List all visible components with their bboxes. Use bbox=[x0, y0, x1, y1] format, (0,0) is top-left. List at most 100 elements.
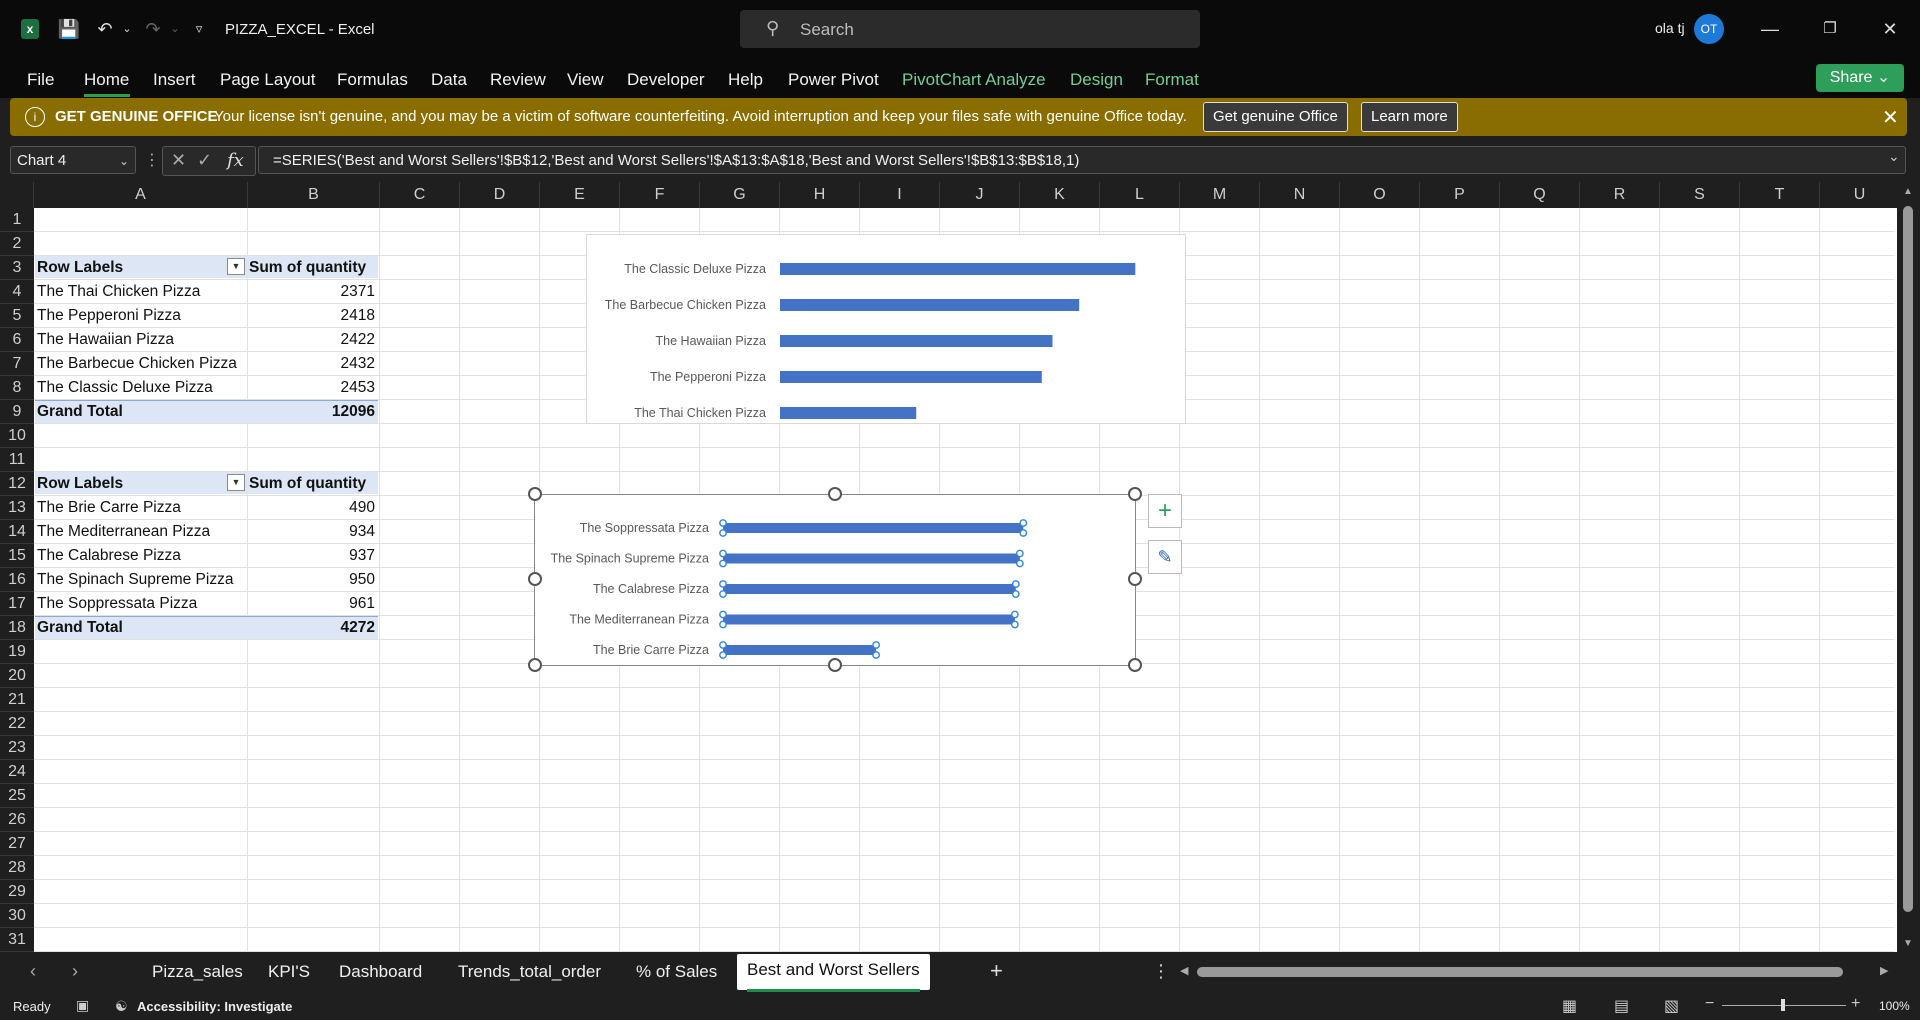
cancel-icon[interactable]: ✕ bbox=[171, 150, 186, 171]
pivot2-total-label[interactable]: Grand Total bbox=[37, 619, 123, 637]
pivot1-row-value[interactable]: 2432 bbox=[246, 355, 375, 373]
chart-worst-sellers[interactable]: The Soppressata Pizza The Spinach Supreme… bbox=[534, 494, 1136, 687]
row-header-10[interactable]: 10 bbox=[0, 424, 34, 448]
row-header-19[interactable]: 19 bbox=[0, 640, 34, 664]
zoom-out-icon[interactable]: − bbox=[1705, 995, 1714, 1013]
row-header-9[interactable]: 9 bbox=[0, 400, 34, 424]
column-header-t[interactable]: T bbox=[1740, 182, 1820, 208]
redo-dropdown-icon[interactable]: ⌄ bbox=[162, 16, 188, 42]
pivot1-row-value[interactable]: 2418 bbox=[246, 307, 375, 325]
pivot2-header-label[interactable]: Row Labels bbox=[37, 475, 123, 493]
pivot2-row-value[interactable]: 934 bbox=[246, 523, 375, 541]
tab-home[interactable]: Home bbox=[84, 70, 129, 90]
close-banner-icon[interactable]: ✕ bbox=[1882, 105, 1899, 130]
row-header-22[interactable]: 22 bbox=[0, 712, 34, 736]
sheet-tab-dashboard[interactable]: Dashboard bbox=[339, 962, 422, 982]
chart-elements-button[interactable]: + bbox=[1148, 494, 1182, 528]
pivot1-row-name[interactable]: The Thai Chicken Pizza bbox=[37, 283, 200, 301]
sheet-tab-pizza-sales[interactable]: Pizza_sales bbox=[152, 962, 243, 982]
selection-point[interactable] bbox=[719, 549, 727, 558]
select-all-corner[interactable] bbox=[0, 182, 34, 208]
column-header-n[interactable]: N bbox=[1260, 182, 1340, 208]
row-header-25[interactable]: 25 bbox=[0, 784, 34, 808]
column-header-u[interactable]: U bbox=[1820, 182, 1900, 208]
row-header-30[interactable]: 30 bbox=[0, 904, 34, 928]
row-header-2[interactable]: 2 bbox=[0, 232, 34, 256]
save-icon[interactable]: 💾 bbox=[56, 16, 82, 42]
scroll-down-icon[interactable]: ▼ bbox=[1903, 938, 1913, 949]
row-header-3[interactable]: 3 bbox=[0, 256, 34, 280]
bar[interactable] bbox=[780, 407, 917, 419]
tab-review[interactable]: Review bbox=[490, 70, 546, 90]
chart-styles-brush-icon[interactable]: ✎ bbox=[1148, 540, 1182, 574]
add-sheet-icon[interactable]: + bbox=[990, 958, 1003, 984]
vertical-scroll-thumb[interactable] bbox=[1903, 206, 1913, 912]
bar[interactable] bbox=[780, 263, 1136, 275]
row-header-8[interactable]: 8 bbox=[0, 376, 34, 400]
chart-best-sellers[interactable]: The Classic Deluxe Pizza The Barbecue Chi… bbox=[586, 234, 1186, 463]
minimize-icon[interactable]: — bbox=[1750, 14, 1790, 44]
worksheet-grid[interactable]: Row Labels ▼ Sum of quantity The Thai Ch… bbox=[0, 182, 1920, 952]
zoom-slider-thumb[interactable] bbox=[1781, 999, 1785, 1011]
page-layout-view-icon[interactable]: ▤ bbox=[1614, 996, 1629, 1016]
pivot1-row-name[interactable]: The Barbecue Chicken Pizza bbox=[37, 355, 237, 373]
column-header-e[interactable]: E bbox=[540, 182, 620, 208]
bar[interactable] bbox=[723, 584, 1016, 594]
selection-point[interactable] bbox=[1011, 580, 1020, 588]
row-header-4[interactable]: 4 bbox=[0, 280, 34, 304]
bar[interactable] bbox=[780, 299, 1080, 311]
selection-point[interactable] bbox=[719, 610, 727, 619]
pivot1-header-label[interactable]: Row Labels bbox=[37, 259, 123, 277]
close-window-icon[interactable]: ✕ bbox=[1870, 14, 1910, 44]
selection-point[interactable] bbox=[1010, 610, 1019, 619]
selection-point[interactable] bbox=[1019, 519, 1028, 527]
pivot2-row-name[interactable]: The Brie Carre Pizza bbox=[37, 499, 181, 517]
tab-data[interactable]: Data bbox=[431, 70, 467, 90]
pivot1-row-value[interactable]: 2422 bbox=[246, 331, 375, 349]
selection-point[interactable] bbox=[872, 651, 881, 659]
resize-handle[interactable] bbox=[1128, 572, 1142, 586]
tab-developer[interactable]: Developer bbox=[627, 70, 705, 90]
pivot1-row-value[interactable]: 2371 bbox=[246, 283, 375, 301]
row-header-6[interactable]: 6 bbox=[0, 328, 34, 352]
zoom-level[interactable]: 100% bbox=[1879, 999, 1910, 1013]
column-header-r[interactable]: R bbox=[1580, 182, 1660, 208]
scroll-right-icon[interactable]: ▶ bbox=[1880, 964, 1888, 977]
row-header-13[interactable]: 13 bbox=[0, 496, 34, 520]
column-header-p[interactable]: P bbox=[1420, 182, 1500, 208]
selection-point[interactable] bbox=[719, 620, 727, 629]
undo-dropdown-icon[interactable]: ⌄ bbox=[114, 16, 140, 42]
column-header-i[interactable]: I bbox=[860, 182, 940, 208]
pivot1-total-label[interactable]: Grand Total bbox=[37, 403, 123, 421]
row-header-31[interactable]: 31 bbox=[0, 928, 34, 952]
more-sheets-icon[interactable]: ⋮ bbox=[1152, 961, 1170, 982]
pivot2-row-name[interactable]: The Calabrese Pizza bbox=[37, 547, 181, 565]
sheet-tab-percent-sales[interactable]: % of Sales bbox=[636, 962, 717, 982]
pivot2-total-value[interactable]: 4272 bbox=[246, 619, 375, 637]
enter-icon[interactable]: ✓ bbox=[197, 150, 212, 171]
row-header-20[interactable]: 20 bbox=[0, 664, 34, 688]
pivot2-row-value[interactable]: 937 bbox=[246, 547, 375, 565]
row-header-26[interactable]: 26 bbox=[0, 808, 34, 832]
resize-handle[interactable] bbox=[528, 658, 542, 672]
column-header-j[interactable]: J bbox=[940, 182, 1020, 208]
pivot2-row-name[interactable]: The Soppressata Pizza bbox=[37, 595, 197, 613]
get-genuine-office-button[interactable]: Get genuine Office bbox=[1203, 102, 1348, 132]
selection-point[interactable] bbox=[719, 519, 727, 527]
column-header-o[interactable]: O bbox=[1340, 182, 1420, 208]
tab-design[interactable]: Design bbox=[1070, 70, 1123, 90]
pivot1-row-name[interactable]: The Hawaiian Pizza bbox=[37, 331, 174, 349]
more-options-icon[interactable]: ⋮ bbox=[144, 150, 160, 170]
row-header-15[interactable]: 15 bbox=[0, 544, 34, 568]
resize-handle[interactable] bbox=[1128, 487, 1142, 501]
share-button[interactable]: Share ⌄ bbox=[1816, 64, 1904, 92]
resize-handle[interactable] bbox=[528, 487, 542, 501]
pivot1-row-name[interactable]: The Pepperoni Pizza bbox=[37, 307, 181, 325]
search-box[interactable]: ⚲ Search bbox=[740, 10, 1200, 48]
tab-insert[interactable]: Insert bbox=[153, 70, 196, 90]
selection-point[interactable] bbox=[1010, 620, 1019, 629]
column-header-d[interactable]: D bbox=[460, 182, 540, 208]
expand-formula-icon[interactable]: ⌄ bbox=[1888, 148, 1900, 165]
column-header-b[interactable]: B bbox=[248, 182, 380, 208]
tab-file[interactable]: File bbox=[27, 70, 54, 90]
